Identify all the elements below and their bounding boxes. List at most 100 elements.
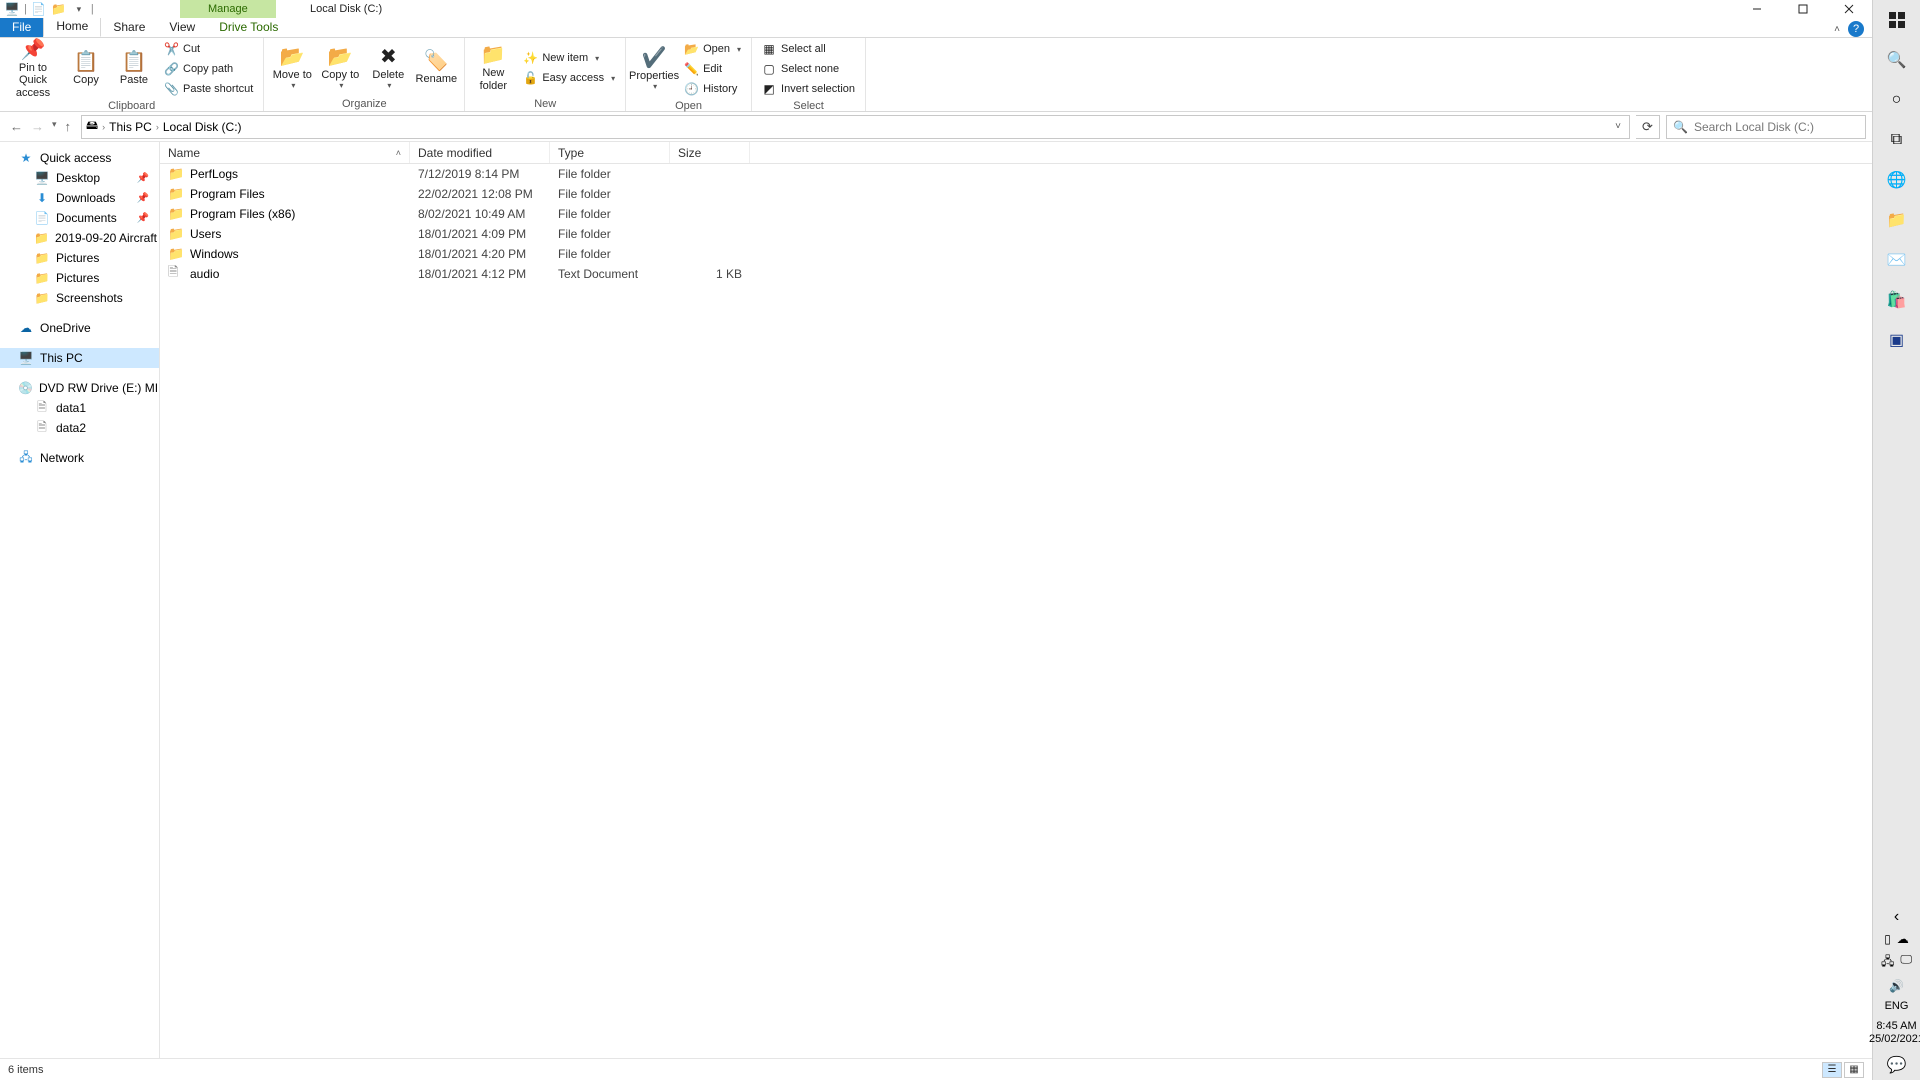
collapse-ribbon-icon[interactable]: ˄ <box>1834 24 1840 35</box>
ribbon-group-new: 📁New folder ✨New item▾ 🔓Easy access▾ New <box>465 38 626 111</box>
cut-button[interactable]: ✂️Cut <box>160 40 257 58</box>
details-view-toggle[interactable]: ☰ <box>1822 1062 1842 1078</box>
display-tray-icon[interactable]: 🖵 <box>1900 952 1912 973</box>
file-row[interactable]: 📁Program Files22/02/2021 12:08 PMFile fo… <box>160 184 1872 204</box>
open-button[interactable]: 📂Open▾ <box>680 40 745 58</box>
tab-drive-tools[interactable]: Drive Tools <box>207 18 290 37</box>
navtree-onedrive[interactable]: ☁OneDrive <box>0 318 159 338</box>
forward-button[interactable]: → <box>31 119 44 134</box>
up-button[interactable]: ↑ <box>65 119 72 134</box>
taskbar-app-store[interactable]: 🛍️ <box>1873 280 1920 320</box>
taskbar-language[interactable]: ENG <box>1885 996 1909 1016</box>
taskbar-clock[interactable]: 8:45 AM 25/02/2021 <box>1869 1016 1920 1050</box>
easy-access-button[interactable]: 🔓Easy access▾ <box>519 69 619 87</box>
breadcrumb-location[interactable]: Local Disk (C:) <box>163 120 242 134</box>
navtree-documents[interactable]: 📄Documents📌 <box>0 208 159 228</box>
navtree-this-pc[interactable]: 🖥️This PC <box>0 348 159 368</box>
minimize-button[interactable] <box>1734 0 1780 18</box>
navtree-dvd-drive[interactable]: 💿DVD RW Drive (E:) MI <box>0 378 159 398</box>
back-button[interactable]: ← <box>10 119 23 134</box>
copy-button[interactable]: 📋 Copy <box>64 41 108 97</box>
recent-locations-dropdown[interactable]: ▾ <box>52 119 57 134</box>
maximize-button[interactable] <box>1780 0 1826 18</box>
navtree-data1[interactable]: 🗎data1 <box>0 398 159 418</box>
file-row[interactable]: 📁Users18/01/2021 4:09 PMFile folder <box>160 224 1872 244</box>
new-item-button[interactable]: ✨New item▾ <box>519 49 619 67</box>
history-button[interactable]: 🕘History <box>680 80 745 98</box>
taskbar-tray-expand[interactable]: ‹ <box>1873 905 1920 929</box>
tab-file[interactable]: File <box>0 18 43 37</box>
paste-button[interactable]: 📋 Paste <box>112 41 156 97</box>
navtree-network[interactable]: 🖧Network <box>0 448 159 468</box>
thumbnails-view-toggle[interactable]: ▦ <box>1844 1062 1864 1078</box>
breadcrumb-this-pc[interactable]: This PC <box>109 120 152 134</box>
tab-home[interactable]: Home <box>43 16 101 37</box>
navtree-downloads[interactable]: ⬇Downloads📌 <box>0 188 159 208</box>
column-header-type[interactable]: Type <box>550 142 670 163</box>
folder-icon: 📁 <box>168 206 184 222</box>
btn-label: Invert selection <box>781 83 855 95</box>
tab-share[interactable]: Share <box>101 18 157 37</box>
taskbar-app-edge[interactable]: 🌐 <box>1873 160 1920 200</box>
copy-to-button[interactable]: 📂Copy to▾ <box>318 40 362 96</box>
nav-label: Documents <box>56 211 117 225</box>
qat-customize-caret-icon[interactable]: ▾ <box>71 1 87 17</box>
qat-new-folder-icon[interactable]: 📁 <box>51 1 67 17</box>
paste-shortcut-button[interactable]: 📎Paste shortcut <box>160 80 257 98</box>
navtree-data2[interactable]: 🗎data2 <box>0 418 159 438</box>
taskbar-task-view-button[interactable]: ⧉ <box>1873 120 1920 160</box>
select-all-button[interactable]: ▦Select all <box>758 40 859 58</box>
help-icon[interactable]: ? <box>1848 21 1864 37</box>
navtree-quick-access[interactable]: ★Quick access <box>0 148 159 168</box>
mail-icon: ✉️ <box>1887 250 1907 270</box>
delete-button[interactable]: ✖Delete▾ <box>366 40 410 96</box>
navtree-aircraft-folder[interactable]: 📁2019-09-20 Aircraft <box>0 228 159 248</box>
column-header-name[interactable]: Name˄ <box>160 142 410 163</box>
edit-icon: ✏️ <box>684 62 698 76</box>
tab-view[interactable]: View <box>157 18 207 37</box>
network-tray-icon[interactable]: 🖧 <box>1881 952 1894 973</box>
close-button[interactable] <box>1826 0 1872 18</box>
onedrive-tray-icon[interactable]: ☁ <box>1897 932 1909 946</box>
properties-button[interactable]: ✔️Properties▾ <box>632 41 676 97</box>
file-row[interactable]: 🗎audio18/01/2021 4:12 PMText Document1 K… <box>160 264 1872 284</box>
invert-selection-button[interactable]: ◩Invert selection <box>758 80 859 98</box>
navtree-screenshots[interactable]: 📁Screenshots <box>0 288 159 308</box>
circle-icon: ○ <box>1892 91 1902 109</box>
file-row[interactable]: 📁Windows18/01/2021 4:20 PMFile folder <box>160 244 1872 264</box>
column-header-size[interactable]: Size <box>670 142 750 163</box>
taskbar-cortana-button[interactable]: ○ <box>1873 80 1920 120</box>
select-none-button[interactable]: ▢Select none <box>758 60 859 78</box>
rename-icon: 🏷️ <box>424 50 449 72</box>
qat-properties-icon[interactable]: 📄 <box>31 1 47 17</box>
taskbar-app-explorer[interactable]: 📁 <box>1873 200 1920 240</box>
search-box[interactable]: 🔍 Search Local Disk (C:) <box>1666 115 1866 139</box>
navtree-desktop[interactable]: 🖥️Desktop📌 <box>0 168 159 188</box>
tray-icon[interactable]: ▯ <box>1884 932 1891 946</box>
nav-label: Desktop <box>56 171 100 185</box>
taskbar-app-generic[interactable]: ▣ <box>1873 320 1920 360</box>
action-center-button[interactable]: 💬 <box>1873 1050 1920 1080</box>
pin-to-quick-access-button[interactable]: 📌 Pin to Quick access <box>6 41 60 97</box>
chevron-down-icon: ▾ <box>737 45 741 54</box>
address-history-dropdown[interactable]: ˅ <box>1611 121 1625 132</box>
navtree-pictures-2[interactable]: 📁Pictures <box>0 268 159 288</box>
chevron-left-icon: ‹ <box>1894 908 1899 926</box>
navtree-pictures[interactable]: 📁Pictures <box>0 248 159 268</box>
edit-button[interactable]: ✏️Edit <box>680 60 745 78</box>
view-toggle-group: ☰ ▦ <box>1822 1062 1864 1078</box>
qat-separator: | <box>24 3 27 15</box>
file-row[interactable]: 📁Program Files (x86)8/02/2021 10:49 AMFi… <box>160 204 1872 224</box>
column-header-date[interactable]: Date modified <box>410 142 550 163</box>
refresh-button[interactable]: ⟳ <box>1636 115 1660 139</box>
taskbar-app-mail[interactable]: ✉️ <box>1873 240 1920 280</box>
taskbar-search-button[interactable]: 🔍 <box>1873 40 1920 80</box>
volume-tray-icon[interactable]: 🔊 <box>1889 979 1904 993</box>
start-button[interactable] <box>1873 0 1920 40</box>
file-row[interactable]: 📁PerfLogs7/12/2019 8:14 PMFile folder <box>160 164 1872 184</box>
rename-button[interactable]: 🏷️Rename <box>414 40 458 96</box>
new-folder-button[interactable]: 📁New folder <box>471 40 515 96</box>
move-to-button[interactable]: 📂Move to▾ <box>270 40 314 96</box>
copy-path-button[interactable]: 🔗Copy path <box>160 60 257 78</box>
address-bar[interactable]: 🖴 › This PC › Local Disk (C:) ˅ <box>81 115 1630 139</box>
